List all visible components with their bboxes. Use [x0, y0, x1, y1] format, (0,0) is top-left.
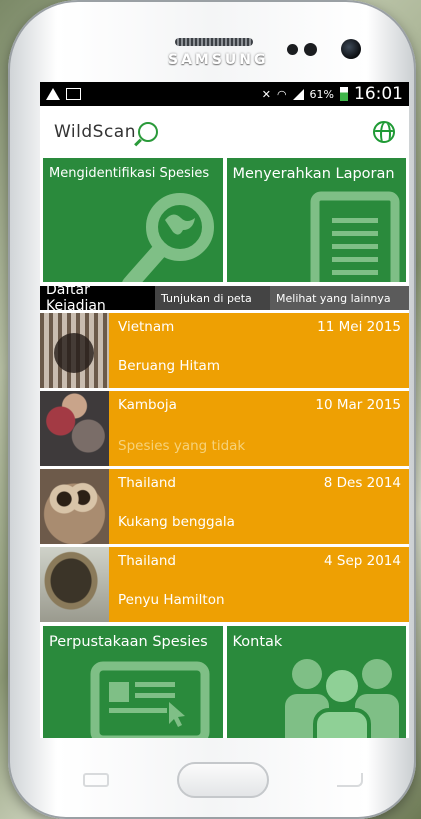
menu-button[interactable] — [83, 773, 109, 787]
logo-text: WildScan — [54, 122, 137, 142]
wifi-icon: ◠ — [276, 87, 287, 101]
people-icon — [284, 659, 399, 738]
tab-see-more[interactable]: Melihat yang lainnya — [270, 286, 409, 310]
tile-species-library[interactable]: Perpustakaan Spesies — [43, 626, 223, 738]
battery-icon — [340, 87, 348, 101]
back-button[interactable] — [337, 773, 363, 787]
front-camera — [341, 39, 361, 59]
phone-frame: SAMSUNG ✕ ◠ 61% 16:01 WildScan Mengident… — [8, 0, 416, 819]
app-bar: WildScan — [40, 106, 409, 158]
proximity-sensor — [287, 44, 298, 55]
incident-info: Thailand 8 Des 2014 Kukang benggala — [109, 469, 409, 544]
globe-icon[interactable] — [373, 121, 395, 143]
incident-date: 10 Mar 2015 — [315, 397, 401, 413]
tile-submit-report[interactable]: Menyerahkan Laporan — [226, 158, 406, 282]
top-tiles: Mengidentifikasi Spesies Menyerahkan Lap… — [40, 158, 409, 282]
incident-date: 8 Des 2014 — [323, 475, 401, 491]
incident-info: Thailand 4 Sep 2014 Penyu Hamilton — [109, 547, 409, 622]
app-screen: ✕ ◠ 61% 16:01 WildScan Mengidentifikasi … — [40, 82, 409, 738]
device-brand: SAMSUNG — [168, 52, 269, 68]
home-button[interactable] — [177, 762, 269, 798]
incident-photo — [40, 469, 109, 544]
incident-country: Thailand — [118, 553, 176, 569]
gallery-icon — [66, 88, 81, 100]
document-icon — [310, 191, 399, 282]
signal-icon — [292, 88, 304, 100]
tab-incident-list[interactable]: Daftar Kejadian — [40, 282, 155, 314]
battery-percent: 61% — [309, 87, 334, 101]
clock: 16:01 — [354, 84, 403, 104]
mute-icon: ✕ — [261, 87, 271, 101]
incident-species: Beruang Hitam — [118, 358, 220, 374]
tile-identify-species[interactable]: Mengidentifikasi Spesies — [43, 158, 223, 282]
incident-country: Kamboja — [118, 397, 177, 413]
incident-country: Thailand — [118, 475, 176, 491]
status-bar: ✕ ◠ 61% 16:01 — [40, 82, 409, 106]
incident-item[interactable]: Kamboja 10 Mar 2015 Spesies yang tidak — [40, 391, 409, 466]
logo-magnifier-icon — [138, 122, 159, 142]
earpiece-speaker — [175, 38, 253, 46]
incident-tabs: Daftar Kejadian Tunjukan di peta Melihat… — [40, 282, 409, 314]
wildscan-logo: WildScan — [54, 122, 159, 142]
incident-country: Vietnam — [118, 319, 175, 335]
incident-species: Spesies yang tidak — [118, 438, 246, 454]
incident-species: Kukang benggala — [118, 514, 235, 530]
incident-photo — [40, 547, 109, 622]
incident-info: Kamboja 10 Mar 2015 Spesies yang tidak — [109, 391, 409, 466]
incident-list: Vietnam 11 Mei 2015 Beruang Hitam Kamboj… — [40, 310, 409, 622]
incident-info: Vietnam 11 Mei 2015 Beruang Hitam — [109, 313, 409, 388]
incident-item[interactable]: Thailand 8 Des 2014 Kukang benggala — [40, 469, 409, 544]
tab-show-on-map[interactable]: Tunjukan di peta — [155, 286, 270, 310]
incident-item[interactable]: Vietnam 11 Mei 2015 Beruang Hitam — [40, 313, 409, 388]
incident-date: 4 Sep 2014 — [324, 553, 401, 569]
incident-item[interactable]: Thailand 4 Sep 2014 Penyu Hamilton — [40, 547, 409, 622]
incident-species: Penyu Hamilton — [118, 592, 225, 608]
incident-photo — [40, 313, 109, 388]
bear-photo-shadow — [54, 333, 94, 373]
bottom-tiles: Perpustakaan Spesies Kontak — [40, 626, 409, 738]
magnifier-animal-icon — [122, 193, 214, 282]
warning-icon — [46, 88, 60, 100]
hardware-nav — [83, 760, 363, 800]
sensor-dot — [304, 43, 317, 56]
tile-contact[interactable]: Kontak — [226, 626, 406, 738]
incident-photo — [40, 391, 109, 466]
incident-date: 11 Mei 2015 — [317, 319, 401, 335]
computer-screen-icon — [90, 661, 210, 738]
